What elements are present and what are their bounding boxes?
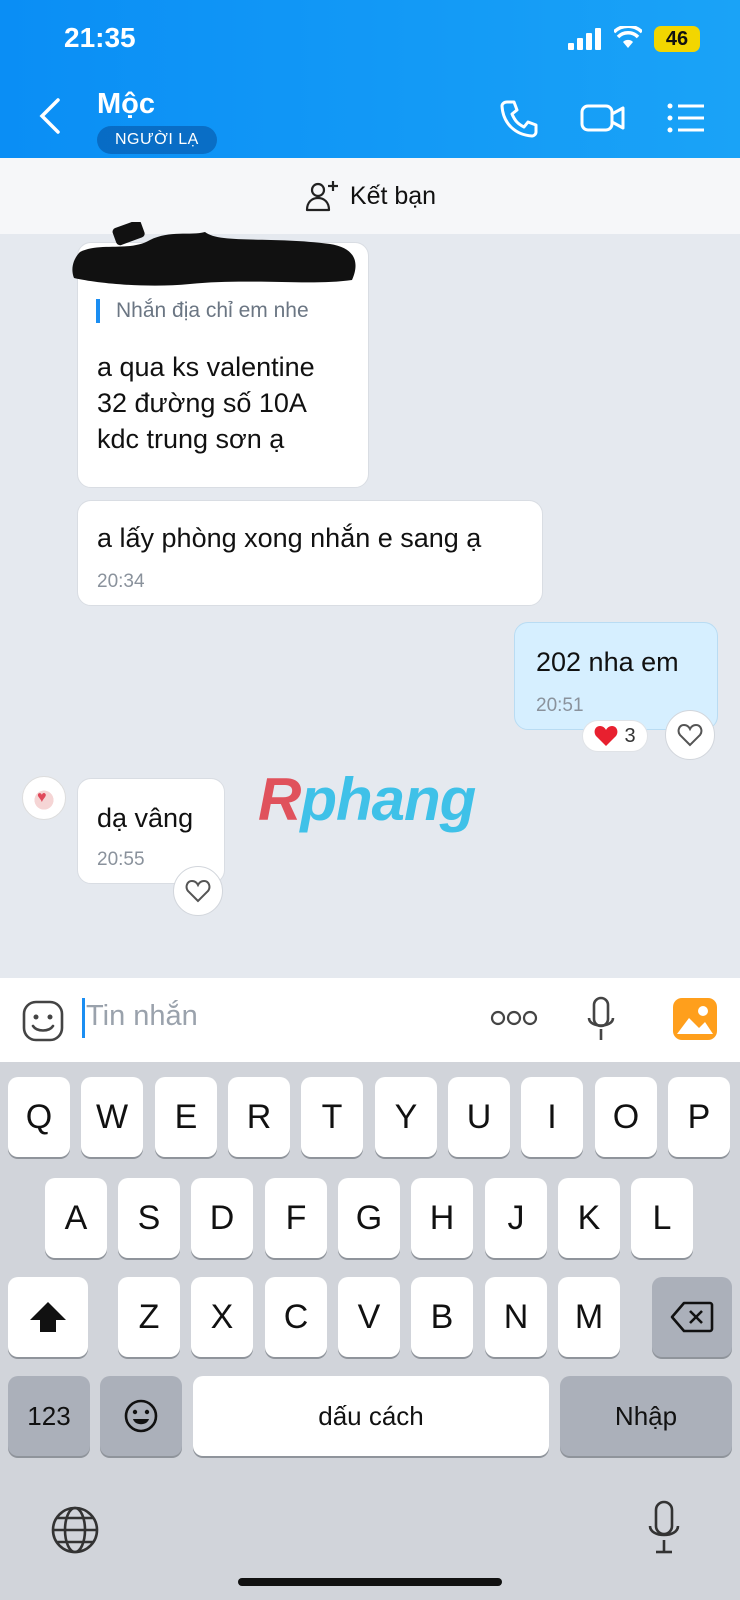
- message-time: 20:34: [97, 571, 145, 592]
- heart-outline-icon: [185, 879, 211, 903]
- key-o[interactable]: O: [595, 1077, 657, 1157]
- reaction-summary[interactable]: 3: [582, 720, 648, 752]
- menu-list-icon[interactable]: [664, 96, 708, 140]
- video-call-icon[interactable]: [579, 96, 627, 140]
- microphone-icon[interactable]: [586, 996, 616, 1044]
- contact-avatar[interactable]: [22, 776, 66, 820]
- key-q[interactable]: Q: [8, 1077, 70, 1157]
- message-text: a qua ks valentine 32 đường số 10A kdc t…: [97, 349, 315, 457]
- message-input-bar: Tin nhắn: [0, 978, 740, 1062]
- shift-key[interactable]: [8, 1277, 88, 1357]
- key-c[interactable]: C: [265, 1277, 327, 1357]
- key-d[interactable]: D: [191, 1178, 253, 1258]
- key-y[interactable]: Y: [375, 1077, 437, 1157]
- enter-key[interactable]: Nhập: [560, 1376, 732, 1456]
- heart-outline-icon: [677, 723, 703, 747]
- message-bubble-room[interactable]: a lấy phòng xong nhắn e sang ạ 20:34: [77, 500, 543, 606]
- key-j[interactable]: J: [485, 1178, 547, 1258]
- phone-call-icon[interactable]: [497, 96, 541, 140]
- numbers-key[interactable]: 123: [8, 1376, 90, 1456]
- message-time: 20:55: [97, 849, 145, 870]
- message-input[interactable]: Tin nhắn: [86, 1000, 198, 1033]
- globe-icon[interactable]: [50, 1505, 100, 1555]
- status-time: 21:35: [64, 22, 136, 53]
- key-g[interactable]: G: [338, 1178, 400, 1258]
- key-w[interactable]: W: [81, 1077, 143, 1157]
- key-k[interactable]: K: [558, 1178, 620, 1258]
- key-m[interactable]: M: [558, 1277, 620, 1357]
- key-s[interactable]: S: [118, 1178, 180, 1258]
- home-indicator[interactable]: [238, 1578, 502, 1586]
- quoted-message: Nhắn địa chỉ em nhe: [96, 299, 346, 323]
- red-heart-icon: [595, 726, 618, 746]
- add-friend-label: Kết bạn: [349, 181, 437, 210]
- text-caret: [82, 998, 85, 1038]
- back-arrow-icon[interactable]: [36, 96, 66, 136]
- react-heart-button[interactable]: [173, 866, 223, 916]
- emoji-key[interactable]: [100, 1376, 182, 1456]
- space-key[interactable]: dấu cách: [193, 1376, 549, 1456]
- sticker-icon[interactable]: [22, 1000, 64, 1042]
- message-text: 202 nha em: [536, 647, 679, 677]
- chat-header: 21:35 46 Mộc NGƯỜI LẠ: [0, 0, 740, 158]
- message-time: 20:51: [536, 695, 584, 716]
- message-line: kdc trung sơn ạ: [97, 424, 285, 454]
- key-l[interactable]: L: [631, 1178, 693, 1258]
- key-x[interactable]: X: [191, 1277, 253, 1357]
- cell-signal-icon: [568, 28, 601, 50]
- message-text: a lấy phòng xong nhắn e sang ạ: [97, 523, 482, 553]
- message-line: 32 đường số 10A: [97, 388, 307, 418]
- react-heart-button[interactable]: [665, 710, 715, 760]
- dictation-mic-icon[interactable]: [646, 1500, 682, 1556]
- wifi-icon: [614, 26, 642, 48]
- backspace-key[interactable]: [652, 1277, 732, 1357]
- battery-indicator: 46: [654, 26, 700, 52]
- message-line: a qua ks valentine: [97, 352, 315, 382]
- key-u[interactable]: U: [448, 1077, 510, 1157]
- key-v[interactable]: V: [338, 1277, 400, 1357]
- message-text: dạ vâng: [97, 803, 194, 833]
- reaction-count: 3: [624, 724, 636, 747]
- key-n[interactable]: N: [485, 1277, 547, 1357]
- stranger-badge: NGƯỜI LẠ: [97, 126, 217, 154]
- key-b[interactable]: B: [411, 1277, 473, 1357]
- watermark-logo: Rphang: [258, 766, 476, 833]
- contact-name[interactable]: Mộc: [97, 88, 155, 121]
- shift-arrow-icon: [30, 1302, 66, 1332]
- key-f[interactable]: F: [265, 1178, 327, 1258]
- key-a[interactable]: A: [45, 1178, 107, 1258]
- key-h[interactable]: H: [411, 1178, 473, 1258]
- key-r[interactable]: R: [228, 1077, 290, 1157]
- more-options-icon[interactable]: [490, 1010, 538, 1026]
- key-i[interactable]: I: [521, 1077, 583, 1157]
- backspace-icon: [670, 1301, 714, 1333]
- key-e[interactable]: E: [155, 1077, 217, 1157]
- add-friend-icon: [305, 181, 338, 212]
- key-t[interactable]: T: [301, 1077, 363, 1157]
- key-z[interactable]: Z: [118, 1277, 180, 1357]
- image-gallery-icon[interactable]: [673, 998, 717, 1040]
- emoji-icon: [124, 1399, 158, 1433]
- redaction-scribble: [72, 222, 356, 286]
- key-p[interactable]: P: [668, 1077, 730, 1157]
